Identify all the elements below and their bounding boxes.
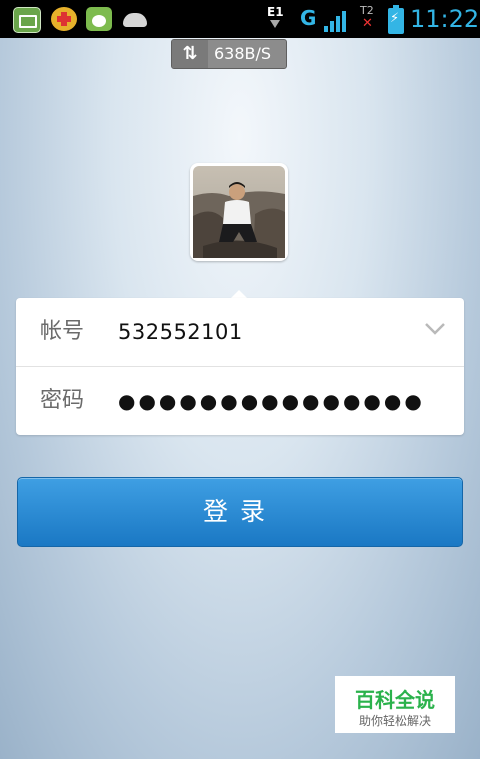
no-signal-icon: ✕ xyxy=(362,16,373,31)
android-icon xyxy=(122,7,148,31)
status-bar: E1 G T2 ✕ 11:22 xyxy=(0,0,480,38)
network-type-label: E1 xyxy=(267,5,284,19)
battery-app-icon xyxy=(13,7,41,33)
up-down-arrows-icon: ⇅ xyxy=(172,40,208,68)
avatar-photo xyxy=(193,166,285,258)
login-card: 帐号 532552101 密码 ●●●●●●●●●●●●●●● xyxy=(16,298,464,435)
account-label: 帐号 xyxy=(40,319,85,344)
password-label: 密码 xyxy=(40,388,85,413)
account-input[interactable]: 532552101 xyxy=(118,298,243,366)
account-row[interactable]: 帐号 532552101 xyxy=(16,298,464,367)
watermark-title: 百科全说 xyxy=(355,688,435,712)
watermark-logo: 百科全说 助你轻松解决 xyxy=(335,676,455,733)
clock: 11:22 xyxy=(410,5,480,33)
avatar[interactable] xyxy=(190,163,288,261)
plus-app-icon xyxy=(51,7,77,31)
chevron-down-icon[interactable] xyxy=(424,322,446,336)
data-arrow-icon xyxy=(270,20,280,28)
password-input[interactable]: ●●●●●●●●●●●●●●● xyxy=(118,367,425,435)
rabbit-app-icon xyxy=(86,7,112,31)
login-button[interactable]: 登录 xyxy=(17,477,463,547)
watermark-subtitle: 助你轻松解决 xyxy=(358,714,431,728)
battery-charging-icon xyxy=(388,5,404,34)
carrier-label: G xyxy=(300,6,317,30)
signal-icon xyxy=(322,6,350,32)
network-speed-value: 638B/S xyxy=(214,44,272,63)
network-speed-indicator: ⇅ 638B/S xyxy=(171,39,287,69)
password-row[interactable]: 密码 ●●●●●●●●●●●●●●● xyxy=(16,367,464,435)
